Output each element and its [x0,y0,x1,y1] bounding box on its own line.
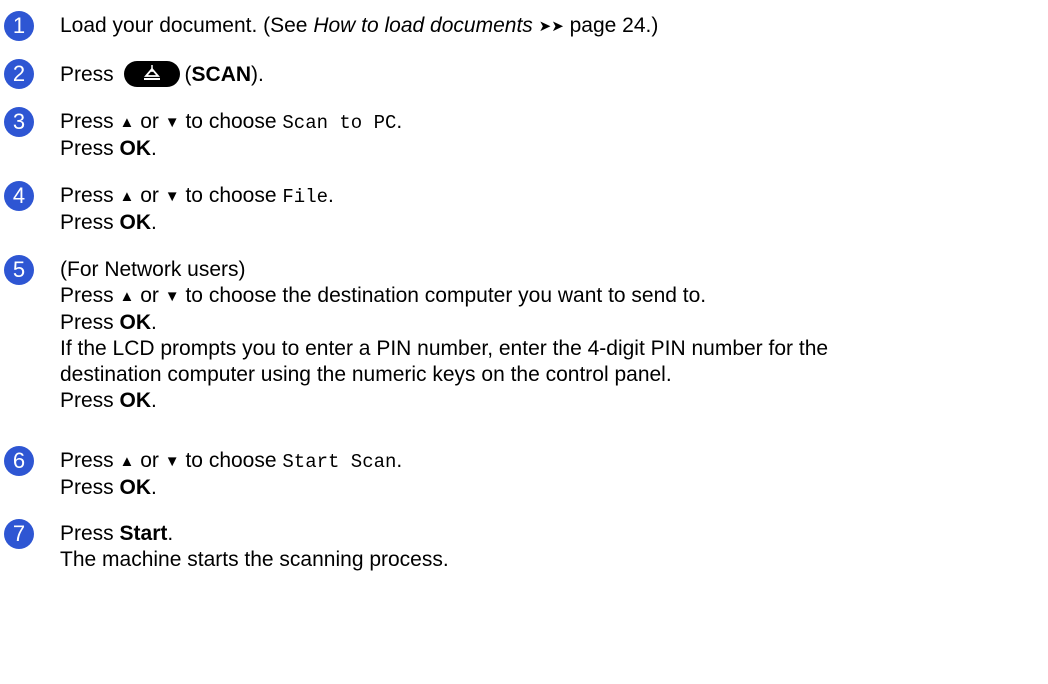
up-arrow-icon: ▲ [119,453,135,470]
ok-key-label: OK [119,476,152,499]
step-number-2: 2 [4,59,34,89]
down-arrow-icon: ▼ [164,188,180,205]
scan-key-label: SCAN [191,63,252,86]
ok-key-label: OK [119,137,152,160]
up-arrow-icon: ▲ [119,114,135,131]
ok-key-label: OK [119,389,152,412]
up-arrow-icon: ▲ [119,288,135,305]
page-reference-arrows: ➤➤ [538,18,564,35]
ok-key-label: OK [119,211,152,234]
step-number-6: 6 [4,446,34,476]
step-3-text: Press ▲ or ▼ to choose Scan to PC. Press… [60,110,403,160]
scan-button-icon [123,61,180,87]
step-number-4: 4 [4,181,34,211]
down-arrow-icon: ▼ [164,288,180,305]
step-1-text: Load your document. (See How to load doc… [60,14,659,37]
step-number-7: 7 [4,519,34,549]
step-7-text: Press Start. The machine starts the scan… [60,522,449,571]
menu-option: File [282,186,328,208]
step-number-5: 5 [4,255,34,285]
step-number-1: 1 [4,11,34,41]
down-arrow-icon: ▼ [164,453,180,470]
step-5-text: (For Network users) Press ▲ or ▼ to choo… [60,258,829,412]
menu-option: Scan to PC [282,112,397,134]
up-arrow-icon: ▲ [119,188,135,205]
step-4-text: Press ▲ or ▼ to choose File. Press OK. [60,184,334,234]
step-2-text: Press (SCAN). [60,61,264,87]
scan-icon [143,65,160,80]
menu-option: Start Scan [282,451,397,473]
ok-key-label: OK [119,311,152,334]
down-arrow-icon: ▼ [164,114,180,131]
step-6-text: Press ▲ or ▼ to choose Start Scan. Press… [60,449,403,499]
start-key-label: Start [119,522,168,545]
step-number-3: 3 [4,107,34,137]
cross-reference-link[interactable]: How to load documents [313,14,532,37]
